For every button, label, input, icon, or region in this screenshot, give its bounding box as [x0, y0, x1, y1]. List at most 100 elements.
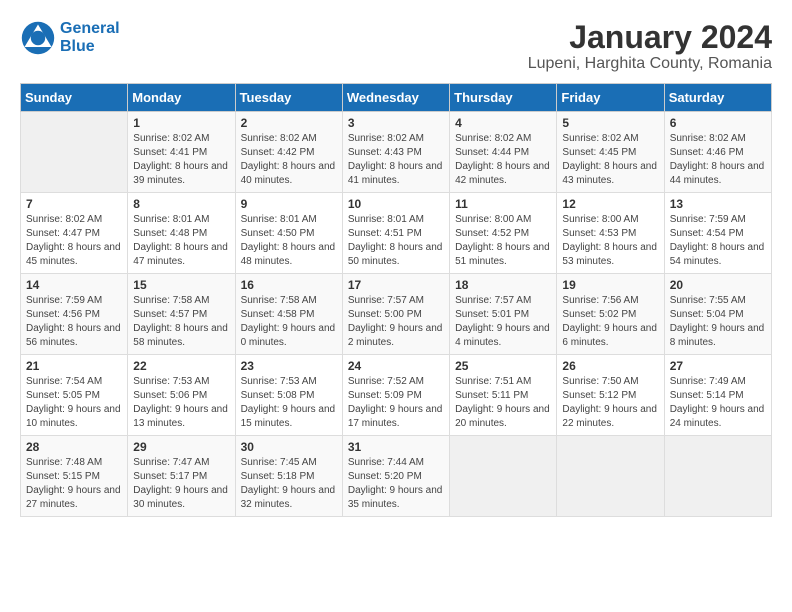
daylight-text: Daylight: 9 hours and 6 minutes.: [562, 322, 658, 350]
daylight-text: Daylight: 9 hours and 2 minutes.: [348, 322, 444, 350]
day-info: Sunrise: 8:01 AM Sunset: 4:51 PM Dayligh…: [348, 213, 444, 269]
daylight-text: Daylight: 8 hours and 44 minutes.: [670, 160, 766, 188]
sunrise-text: Sunrise: 8:02 AM: [133, 132, 229, 146]
sunset-text: Sunset: 5:02 PM: [562, 308, 658, 322]
calendar-cell: 5 Sunrise: 8:02 AM Sunset: 4:45 PM Dayli…: [557, 112, 664, 193]
day-info: Sunrise: 7:49 AM Sunset: 5:14 PM Dayligh…: [670, 375, 766, 431]
sunrise-text: Sunrise: 7:53 AM: [133, 375, 229, 389]
sunrise-text: Sunrise: 8:02 AM: [562, 132, 658, 146]
day-number: 26: [562, 359, 658, 373]
sunset-text: Sunset: 5:06 PM: [133, 389, 229, 403]
daylight-text: Daylight: 9 hours and 27 minutes.: [26, 484, 122, 512]
page-title: January 2024: [528, 20, 772, 55]
day-info: Sunrise: 7:45 AM Sunset: 5:18 PM Dayligh…: [241, 456, 337, 512]
calendar-cell: 13 Sunrise: 7:59 AM Sunset: 4:54 PM Dayl…: [664, 193, 771, 274]
sunrise-text: Sunrise: 8:02 AM: [455, 132, 551, 146]
day-info: Sunrise: 7:58 AM Sunset: 4:58 PM Dayligh…: [241, 294, 337, 350]
calendar-cell: 31 Sunrise: 7:44 AM Sunset: 5:20 PM Dayl…: [342, 436, 449, 517]
sunrise-text: Sunrise: 7:58 AM: [241, 294, 337, 308]
day-number: 13: [670, 197, 766, 211]
logo-icon: [20, 20, 56, 56]
daylight-text: Daylight: 9 hours and 4 minutes.: [455, 322, 551, 350]
calendar-week-row: 21 Sunrise: 7:54 AM Sunset: 5:05 PM Dayl…: [21, 355, 772, 436]
daylight-text: Daylight: 8 hours and 43 minutes.: [562, 160, 658, 188]
page-subtitle: Lupeni, Harghita County, Romania: [528, 55, 772, 73]
calendar-cell: 25 Sunrise: 7:51 AM Sunset: 5:11 PM Dayl…: [450, 355, 557, 436]
sunrise-text: Sunrise: 8:00 AM: [562, 213, 658, 227]
calendar-week-row: 7 Sunrise: 8:02 AM Sunset: 4:47 PM Dayli…: [21, 193, 772, 274]
sunset-text: Sunset: 5:15 PM: [26, 470, 122, 484]
day-number: 18: [455, 278, 551, 292]
sunset-text: Sunset: 5:17 PM: [133, 470, 229, 484]
day-info: Sunrise: 7:56 AM Sunset: 5:02 PM Dayligh…: [562, 294, 658, 350]
day-of-week-header: Thursday: [450, 84, 557, 112]
daylight-text: Daylight: 9 hours and 20 minutes.: [455, 403, 551, 431]
sunrise-text: Sunrise: 7:48 AM: [26, 456, 122, 470]
sunset-text: Sunset: 4:58 PM: [241, 308, 337, 322]
sunrise-text: Sunrise: 7:45 AM: [241, 456, 337, 470]
daylight-text: Daylight: 8 hours and 48 minutes.: [241, 241, 337, 269]
day-number: 4: [455, 116, 551, 130]
day-number: 11: [455, 197, 551, 211]
calendar-cell: 19 Sunrise: 7:56 AM Sunset: 5:02 PM Dayl…: [557, 274, 664, 355]
sunset-text: Sunset: 4:51 PM: [348, 227, 444, 241]
day-number: 15: [133, 278, 229, 292]
calendar-cell: 11 Sunrise: 8:00 AM Sunset: 4:52 PM Dayl…: [450, 193, 557, 274]
day-info: Sunrise: 7:51 AM Sunset: 5:11 PM Dayligh…: [455, 375, 551, 431]
day-info: Sunrise: 7:44 AM Sunset: 5:20 PM Dayligh…: [348, 456, 444, 512]
calendar-cell: 10 Sunrise: 8:01 AM Sunset: 4:51 PM Dayl…: [342, 193, 449, 274]
daylight-text: Daylight: 8 hours and 45 minutes.: [26, 241, 122, 269]
sunrise-text: Sunrise: 8:01 AM: [133, 213, 229, 227]
sunset-text: Sunset: 4:44 PM: [455, 146, 551, 160]
sunset-text: Sunset: 5:18 PM: [241, 470, 337, 484]
day-number: 22: [133, 359, 229, 373]
calendar-cell: 18 Sunrise: 7:57 AM Sunset: 5:01 PM Dayl…: [450, 274, 557, 355]
sunset-text: Sunset: 5:09 PM: [348, 389, 444, 403]
calendar-cell: 26 Sunrise: 7:50 AM Sunset: 5:12 PM Dayl…: [557, 355, 664, 436]
calendar-cell: 1 Sunrise: 8:02 AM Sunset: 4:41 PM Dayli…: [128, 112, 235, 193]
day-number: 17: [348, 278, 444, 292]
calendar-body: 1 Sunrise: 8:02 AM Sunset: 4:41 PM Dayli…: [21, 112, 772, 517]
calendar-cell: 29 Sunrise: 7:47 AM Sunset: 5:17 PM Dayl…: [128, 436, 235, 517]
sunset-text: Sunset: 4:47 PM: [26, 227, 122, 241]
logo: General Blue: [20, 20, 120, 56]
day-number: 27: [670, 359, 766, 373]
daylight-text: Daylight: 8 hours and 58 minutes.: [133, 322, 229, 350]
sunrise-text: Sunrise: 7:56 AM: [562, 294, 658, 308]
sunrise-text: Sunrise: 7:47 AM: [133, 456, 229, 470]
day-number: 19: [562, 278, 658, 292]
sunrise-text: Sunrise: 8:01 AM: [241, 213, 337, 227]
calendar-cell: 6 Sunrise: 8:02 AM Sunset: 4:46 PM Dayli…: [664, 112, 771, 193]
daylight-text: Daylight: 8 hours and 41 minutes.: [348, 160, 444, 188]
day-info: Sunrise: 7:50 AM Sunset: 5:12 PM Dayligh…: [562, 375, 658, 431]
calendar-cell: 9 Sunrise: 8:01 AM Sunset: 4:50 PM Dayli…: [235, 193, 342, 274]
day-info: Sunrise: 8:02 AM Sunset: 4:44 PM Dayligh…: [455, 132, 551, 188]
daylight-text: Daylight: 9 hours and 35 minutes.: [348, 484, 444, 512]
day-info: Sunrise: 8:01 AM Sunset: 4:48 PM Dayligh…: [133, 213, 229, 269]
daylight-text: Daylight: 9 hours and 30 minutes.: [133, 484, 229, 512]
sunset-text: Sunset: 5:12 PM: [562, 389, 658, 403]
calendar-cell: 21 Sunrise: 7:54 AM Sunset: 5:05 PM Dayl…: [21, 355, 128, 436]
day-number: 8: [133, 197, 229, 211]
day-info: Sunrise: 8:02 AM Sunset: 4:47 PM Dayligh…: [26, 213, 122, 269]
sunset-text: Sunset: 5:04 PM: [670, 308, 766, 322]
calendar-cell: 15 Sunrise: 7:58 AM Sunset: 4:57 PM Dayl…: [128, 274, 235, 355]
day-info: Sunrise: 7:59 AM Sunset: 4:56 PM Dayligh…: [26, 294, 122, 350]
logo-text: General Blue: [60, 20, 120, 56]
calendar-table: SundayMondayTuesdayWednesdayThursdayFrid…: [20, 83, 772, 517]
daylight-text: Daylight: 8 hours and 50 minutes.: [348, 241, 444, 269]
sunrise-text: Sunrise: 8:02 AM: [26, 213, 122, 227]
sunrise-text: Sunrise: 7:53 AM: [241, 375, 337, 389]
calendar-cell: 27 Sunrise: 7:49 AM Sunset: 5:14 PM Dayl…: [664, 355, 771, 436]
calendar-cell: 16 Sunrise: 7:58 AM Sunset: 4:58 PM Dayl…: [235, 274, 342, 355]
sunset-text: Sunset: 4:42 PM: [241, 146, 337, 160]
daylight-text: Daylight: 8 hours and 51 minutes.: [455, 241, 551, 269]
sunset-text: Sunset: 4:53 PM: [562, 227, 658, 241]
sunrise-text: Sunrise: 7:51 AM: [455, 375, 551, 389]
daylight-text: Daylight: 9 hours and 17 minutes.: [348, 403, 444, 431]
sunrise-text: Sunrise: 7:52 AM: [348, 375, 444, 389]
sunrise-text: Sunrise: 7:59 AM: [670, 213, 766, 227]
sunset-text: Sunset: 5:05 PM: [26, 389, 122, 403]
day-number: 10: [348, 197, 444, 211]
day-info: Sunrise: 7:54 AM Sunset: 5:05 PM Dayligh…: [26, 375, 122, 431]
